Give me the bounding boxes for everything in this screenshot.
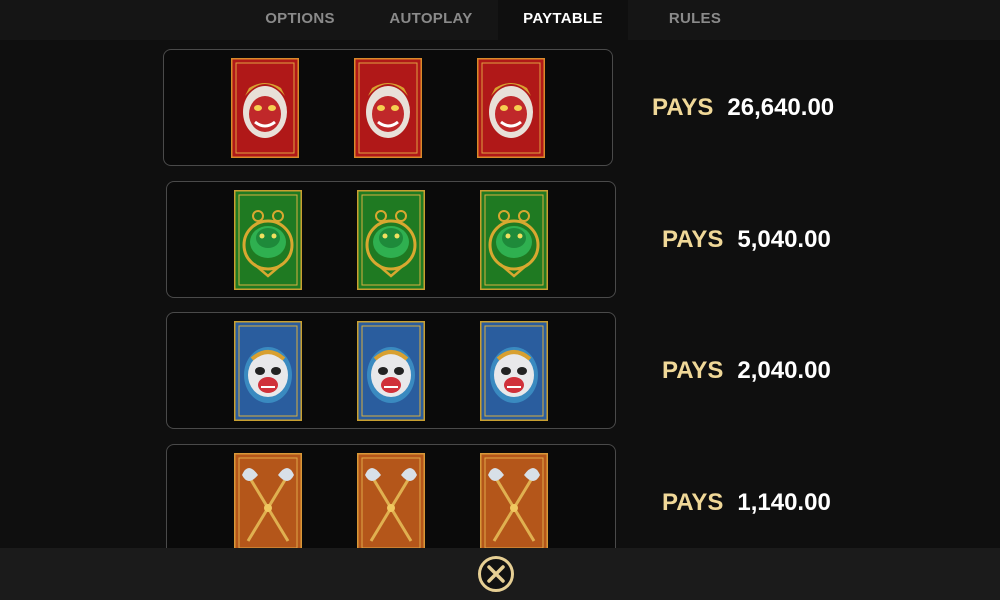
pays-text: PAYS 2,040.00 <box>662 356 831 386</box>
crossed-axes-icon <box>234 453 302 553</box>
pays-amount: 2,040.00 <box>737 357 831 384</box>
pays-text: PAYS 1,140.00 <box>662 488 831 518</box>
paytable-row <box>166 312 616 429</box>
red-demon-mask-icon <box>477 58 545 158</box>
blue-monkey-mask-icon <box>357 321 425 421</box>
tab-bar: OPTIONS AUTOPLAY PAYTABLE RULES <box>0 0 1000 40</box>
pays-label: PAYS <box>662 489 724 516</box>
paytable-row <box>163 49 613 166</box>
pays-amount: 1,140.00 <box>737 489 831 516</box>
tab-autoplay[interactable]: AUTOPLAY <box>370 0 492 40</box>
pays-label: PAYS <box>662 357 724 384</box>
green-jade-dragon-icon <box>480 190 548 290</box>
crossed-axes-icon <box>357 453 425 553</box>
paytable-row <box>166 444 616 561</box>
red-demon-mask-icon <box>354 58 422 158</box>
pays-amount: 26,640.00 <box>727 94 835 121</box>
tab-options[interactable]: OPTIONS <box>250 0 350 40</box>
green-jade-dragon-icon <box>234 190 302 290</box>
tab-paytable[interactable]: PAYTABLE <box>498 0 628 40</box>
pays-text: PAYS 26,640.00 <box>652 93 834 123</box>
pays-text: PAYS 5,040.00 <box>662 225 831 255</box>
pays-amount: 5,040.00 <box>737 226 831 253</box>
crossed-axes-icon <box>480 453 548 553</box>
tab-rules[interactable]: RULES <box>645 0 745 40</box>
pays-label: PAYS <box>652 94 714 121</box>
blue-monkey-mask-icon <box>234 321 302 421</box>
blue-monkey-mask-icon <box>480 321 548 421</box>
pays-label: PAYS <box>662 226 724 253</box>
paytable-row <box>166 181 616 298</box>
close-button[interactable] <box>478 556 514 592</box>
red-demon-mask-icon <box>231 58 299 158</box>
green-jade-dragon-icon <box>357 190 425 290</box>
close-icon <box>487 565 505 583</box>
